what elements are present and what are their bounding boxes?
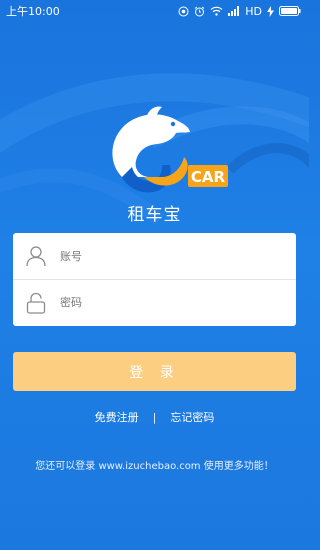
auth-links: 免费注册 | 忘记密码 xyxy=(0,409,309,425)
status-time: 上午10:00 xyxy=(6,5,60,18)
battery-icon xyxy=(279,6,301,16)
wifi-icon xyxy=(210,6,223,16)
app-name: 租车宝 xyxy=(127,205,182,225)
logo-badge-text: CAR xyxy=(191,168,226,186)
login-button[interactable]: 登 录 xyxy=(13,352,296,391)
status-icons: HD xyxy=(178,5,301,18)
status-bar: 上午10:00 HD xyxy=(0,0,309,22)
login-form xyxy=(13,233,296,326)
password-row xyxy=(13,279,296,325)
app-logo: CAR xyxy=(100,105,240,200)
alarm-icon xyxy=(194,6,205,16)
sync-icon xyxy=(178,6,189,16)
password-input[interactable] xyxy=(60,296,280,309)
account-input[interactable] xyxy=(60,249,280,263)
forgot-password-link[interactable]: 忘记密码 xyxy=(170,409,214,425)
links-separator: | xyxy=(152,410,157,424)
user-icon xyxy=(26,246,46,267)
website-note: 您还可以登录 www.izuchebao.com 使用更多功能！ xyxy=(35,461,274,472)
register-link[interactable]: 免费注册 xyxy=(95,409,139,425)
signal-icon xyxy=(228,6,240,16)
charging-icon xyxy=(267,5,274,17)
lock-icon xyxy=(26,292,46,314)
dolphin-logo-icon: CAR xyxy=(112,106,228,193)
account-row xyxy=(13,233,296,279)
network-type: HD xyxy=(245,4,262,18)
